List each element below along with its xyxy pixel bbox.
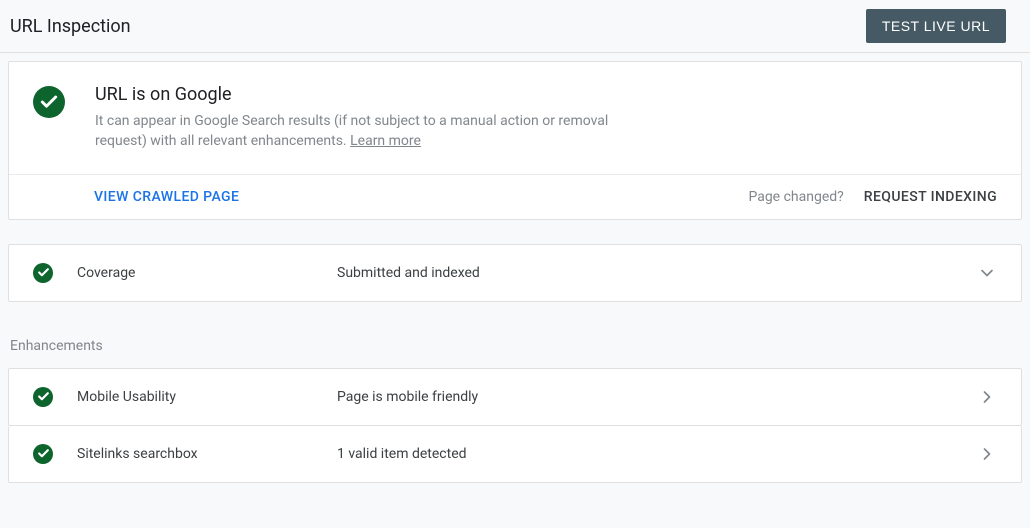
check-icon: [33, 86, 65, 118]
status-description: It can appear in Google Search results (…: [95, 111, 655, 152]
coverage-label: Coverage: [77, 265, 337, 281]
enhancement-value: 1 valid item detected: [337, 446, 977, 462]
check-icon: [33, 263, 53, 283]
test-live-url-button[interactable]: TEST LIVE URL: [866, 9, 1006, 43]
enhancements-section-label: Enhancements: [8, 338, 1022, 368]
view-crawled-page-link[interactable]: VIEW CRAWLED PAGE: [94, 189, 239, 205]
main-card-footer: VIEW CRAWLED PAGE Page changed? REQUEST …: [9, 174, 1021, 219]
learn-more-link[interactable]: Learn more: [350, 133, 421, 149]
page-changed-label: Page changed?: [748, 189, 843, 205]
main-status-card: URL is on Google It can appear in Google…: [8, 61, 1022, 220]
check-icon: [33, 444, 53, 464]
chevron-right-icon: [977, 387, 997, 407]
status-heading: URL is on Google: [95, 84, 655, 105]
enhancement-label: Mobile Usability: [77, 389, 337, 405]
check-icon: [33, 387, 53, 407]
page-header: URL Inspection TEST LIVE URL: [0, 0, 1030, 53]
sitelinks-searchbox-row[interactable]: Sitelinks searchbox 1 valid item detecte…: [8, 426, 1022, 483]
page-title: URL Inspection: [10, 16, 131, 37]
coverage-value: Submitted and indexed: [337, 265, 977, 281]
request-indexing-button[interactable]: REQUEST INDEXING: [864, 189, 997, 205]
coverage-row[interactable]: Coverage Submitted and indexed: [8, 244, 1022, 302]
enhancement-value: Page is mobile friendly: [337, 389, 977, 405]
mobile-usability-row[interactable]: Mobile Usability Page is mobile friendly: [8, 368, 1022, 426]
enhancement-label: Sitelinks searchbox: [77, 446, 337, 462]
chevron-right-icon: [977, 444, 997, 464]
chevron-down-icon: [977, 263, 997, 283]
